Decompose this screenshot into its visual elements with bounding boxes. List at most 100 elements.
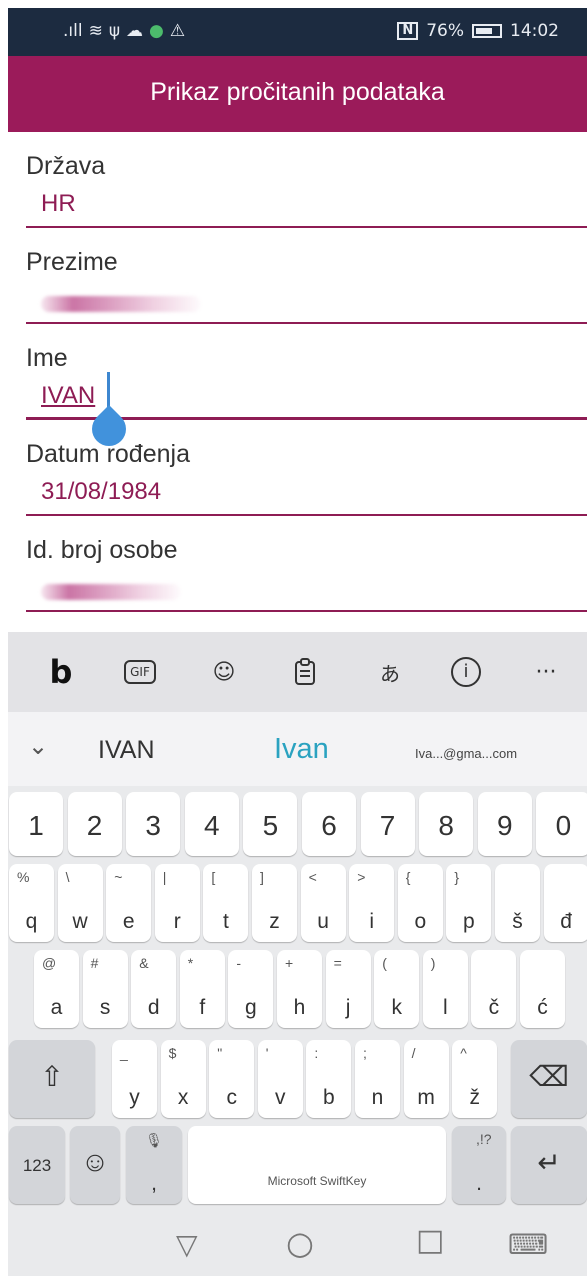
back-icon[interactable]: ▽ [176,1228,198,1261]
key-q[interactable]: % q [9,864,54,942]
sticker-icon[interactable]: ☺ [206,652,242,692]
key-i[interactable]: > i [349,864,395,942]
key-label: 9 [497,810,513,841]
key-ž[interactable]: ^ ž [452,1040,498,1118]
key-o[interactable]: {o [397,864,443,942]
more-icon[interactable]: ··· [528,652,564,692]
key-m[interactable]: / m [403,1040,449,1118]
emoji-key[interactable]: ☺ [70,1126,120,1204]
key-secondary: # [90,955,99,971]
key-0[interactable]: 0 [536,792,587,856]
keyboard: b GIF ☺ あ i ··· ⌄ IVAN Ivan Iva...@gma..… [8,632,587,1276]
key-a[interactable]: @ a [34,950,79,1028]
field-ime[interactable]: Ime IVAN [8,324,587,420]
key-label: y [129,1086,140,1109]
key-j[interactable]: = j [325,950,371,1028]
suggestion-left[interactable]: IVAN [98,736,155,765]
numbers-key[interactable]: 123 [9,1126,65,1204]
key-x[interactable]: $ x [160,1040,206,1118]
suggestion-right[interactable]: Iva...@gma...com [415,746,517,761]
key-5[interactable]: 5 [243,792,298,856]
key-u[interactable]: < u [300,864,346,942]
field-label: Prezime [26,248,118,276]
key-label: d [147,996,160,1019]
collapse-icon[interactable]: ⌄ [28,732,48,761]
field-prezime[interactable]: Prezime [8,228,587,324]
page-title: Prikaz pročitanih podataka [150,78,445,106]
gif-button[interactable]: GIF [121,652,159,692]
key-y[interactable]: _ y [112,1040,157,1118]
enter-key[interactable]: ↵ [511,1126,587,1204]
key-label: f [199,996,206,1019]
key-label: 0 [555,810,572,841]
key-label: o [414,910,427,933]
key-b[interactable]: :b [306,1040,352,1118]
key-l[interactable]: ) l [422,950,468,1028]
key-n[interactable]: ; n [355,1040,400,1118]
space-key[interactable]: Microsoft SwiftKey [188,1126,446,1204]
key-k[interactable]: (k [374,950,420,1028]
key-v[interactable]: ' v [257,1040,303,1118]
key-ć[interactable]: ć [520,950,565,1028]
key-4[interactable]: 4 [184,792,239,856]
redacted-value [41,584,181,600]
key-e[interactable]: ~ e [106,864,152,942]
key-label: c [226,1086,237,1109]
key-h[interactable]: + h [277,950,322,1028]
key-č[interactable]: č [471,950,517,1028]
key-label: u [317,910,329,933]
key-secondary: @ [42,955,57,971]
field-value[interactable]: HR [41,190,76,218]
key-secondary: $ [168,1045,177,1061]
key-d[interactable]: & d [131,950,177,1028]
key-š[interactable]: š [495,864,540,942]
suggestion-bar: ⌄ IVAN Ivan Iva...@gma...com [8,712,587,786]
key-secondary: ( [382,955,387,971]
key-z[interactable]: ] z [252,864,297,942]
key-3[interactable]: 3 [126,792,181,856]
key-label: 6 [321,810,337,841]
key-label: č [488,996,500,1019]
translate-icon[interactable]: あ [370,652,410,692]
key-f[interactable]: * f [179,950,225,1028]
key-secondary: > [357,869,366,885]
info-button[interactable]: i [448,652,484,692]
key-secondary: ; [363,1045,367,1061]
comma-mic-key[interactable]: 🎙, [126,1126,182,1204]
suggestion-center[interactable]: Ivan [274,733,329,766]
wifi-icon: ≋ [88,21,103,41]
key-t[interactable]: [t [203,864,249,942]
cloud-icon: ☁ [126,21,144,41]
key-9[interactable]: 9 [477,792,532,856]
key-c[interactable]: " c [209,1040,255,1118]
bing-icon[interactable]: b [46,652,76,692]
keyboard-switch-icon[interactable]: ⌨ [508,1228,548,1261]
enter-icon: ↵ [537,1147,561,1178]
field-value[interactable]: 31/08/1984 [41,478,161,506]
backspace-key[interactable]: ⌫ [511,1040,587,1118]
period-key[interactable]: ,!?. [452,1126,506,1204]
recents-icon[interactable]: □ [416,1223,444,1258]
field-drzava[interactable]: Država HR [8,132,587,228]
key-6[interactable]: 6 [302,792,356,856]
key-2[interactable]: 2 [67,792,122,856]
key-8[interactable]: 8 [419,792,474,856]
key-s[interactable]: # s [82,950,128,1028]
field-id-broj[interactable]: Id. broj osobe [8,516,587,612]
key-secondary: " [217,1045,223,1061]
field-label: Ime [26,344,68,372]
key-g[interactable]: -g [228,950,274,1028]
clipboard-icon[interactable] [290,652,320,692]
microphone-icon: 🎙 [145,1132,163,1148]
key-r[interactable]: | r [154,864,200,942]
key-7[interactable]: 7 [360,792,415,856]
key-label: e [122,910,135,933]
key-w[interactable]: \ w [57,864,103,942]
key-1[interactable]: 1 [9,792,63,856]
key-p[interactable]: } p [446,864,492,942]
field-value[interactable]: IVAN [41,382,95,410]
key-đ[interactable]: đ [543,864,587,942]
home-icon[interactable]: ○ [286,1224,314,1262]
key-secondary: [ [211,869,216,885]
shift-key[interactable]: ⇧ [9,1040,95,1118]
